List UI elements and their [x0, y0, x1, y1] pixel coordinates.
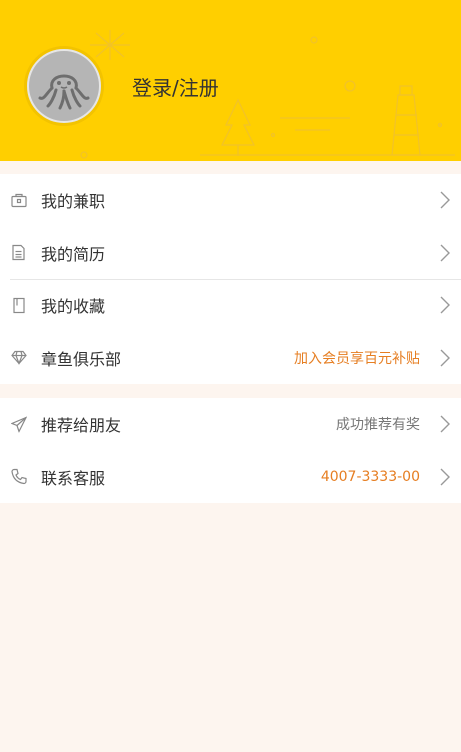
diamond-icon	[10, 349, 27, 366]
menu-item-label: 我的兼职	[41, 192, 106, 212]
menu-item-my-resume[interactable]: 我的简历	[0, 227, 461, 280]
chevron-right-icon	[440, 349, 450, 367]
chevron-right-icon	[440, 468, 450, 486]
menu-item-recommend-friends[interactable]: 推荐给朋友 成功推荐有奖	[0, 398, 461, 451]
chevron-right-icon	[440, 415, 450, 433]
club-promo-text: 加入会员享百元补贴	[294, 350, 420, 367]
briefcase-icon	[10, 192, 27, 209]
chevron-right-icon	[440, 296, 450, 314]
referral-reward-text: 成功推荐有奖	[336, 417, 420, 434]
phone-icon	[10, 468, 27, 485]
menu-item-label: 我的简历	[41, 244, 106, 264]
menu-group-primary: 我的兼职 我的简历 我的收藏 章鱼俱乐部 加入会员享百元补贴	[0, 174, 461, 384]
bookmark-icon	[10, 297, 27, 314]
profile-header: 登录/注册	[0, 0, 461, 161]
menu-item-customer-service[interactable]: 联系客服 4007-3333-00	[0, 451, 461, 504]
menu-item-label: 联系客服	[41, 468, 106, 488]
menu-item-my-jobs[interactable]: 我的兼职	[0, 174, 461, 227]
service-phone-number[interactable]: 4007-3333-00	[321, 469, 420, 485]
menu-item-label: 我的收藏	[41, 297, 106, 317]
document-icon	[10, 244, 27, 261]
send-icon	[10, 416, 27, 433]
menu-item-my-favorites[interactable]: 我的收藏	[0, 279, 461, 332]
menu-item-label: 章鱼俱乐部	[41, 349, 122, 369]
octopus-icon	[29, 51, 99, 121]
menu-item-label: 推荐给朋友	[41, 416, 122, 436]
menu-group-secondary: 推荐给朋友 成功推荐有奖 联系客服 4007-3333-00	[0, 398, 461, 503]
chevron-right-icon	[440, 244, 450, 262]
login-register-link[interactable]: 登录/注册	[132, 72, 219, 101]
menu-item-octopus-club[interactable]: 章鱼俱乐部 加入会员享百元补贴	[0, 332, 461, 385]
avatar[interactable]	[24, 46, 104, 126]
chevron-right-icon	[440, 191, 450, 209]
